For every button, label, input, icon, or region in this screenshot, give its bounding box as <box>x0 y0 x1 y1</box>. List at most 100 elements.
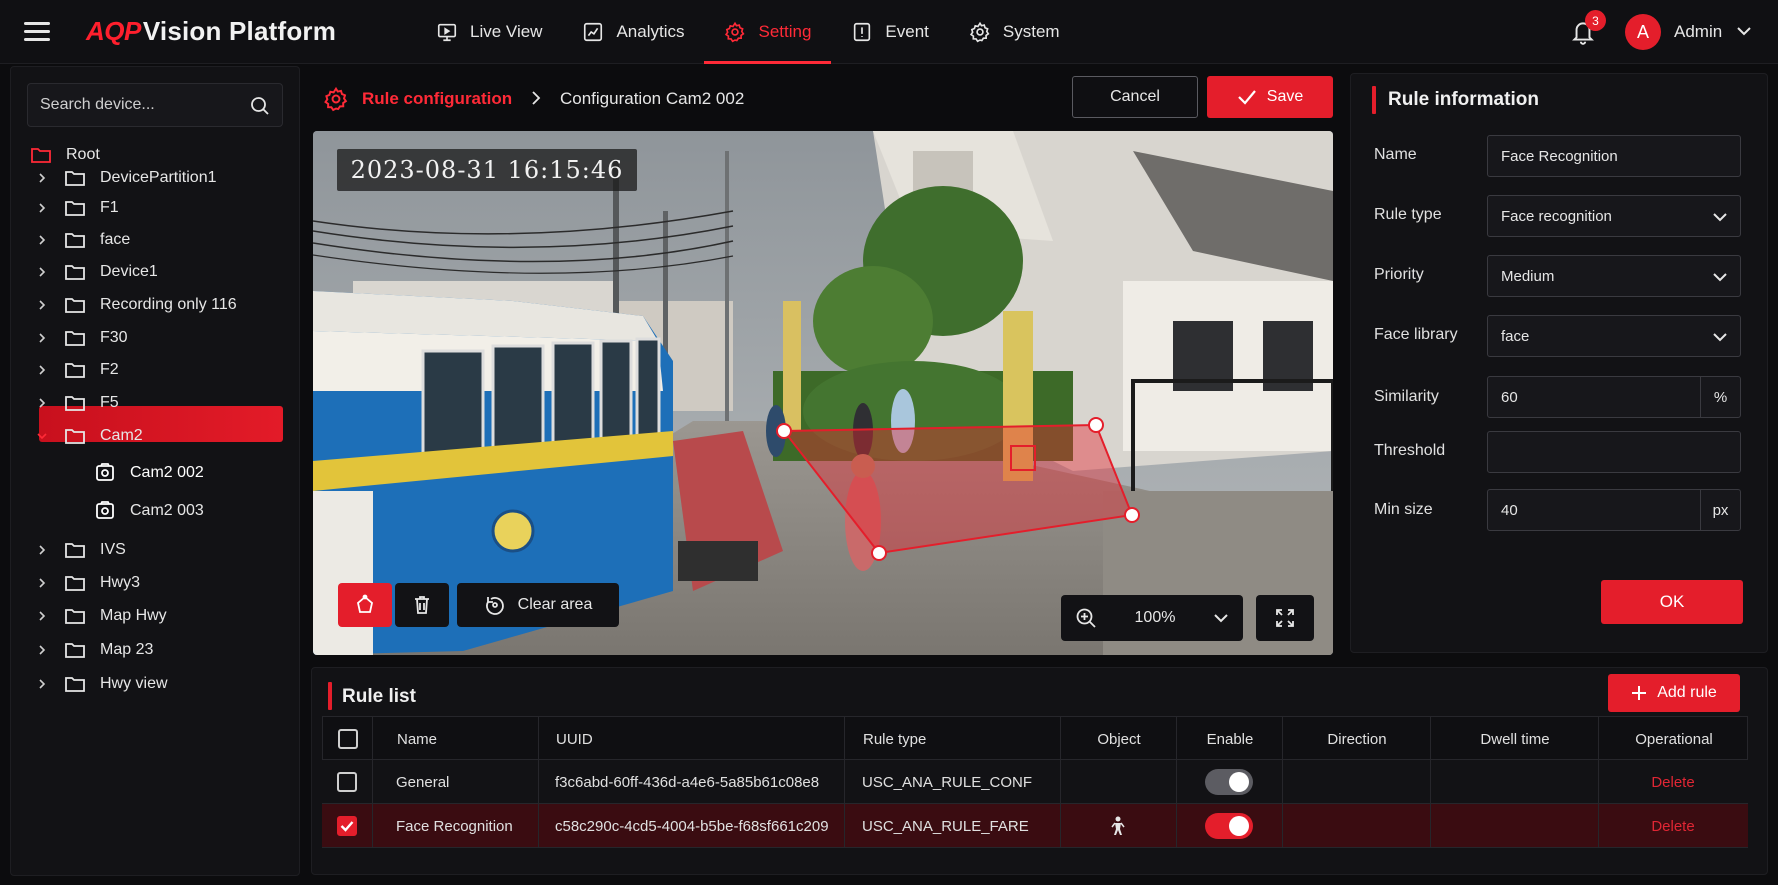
chevron-right-icon[interactable] <box>36 610 48 622</box>
folder-icon <box>65 265 85 280</box>
nav-system[interactable]: System <box>949 0 1080 64</box>
nav-setting[interactable]: Setting <box>704 0 832 64</box>
col-operational: Operational <box>1635 730 1713 748</box>
brand-logo: AQPVision Platform <box>86 16 337 46</box>
row-name: Face Recognition <box>396 817 513 835</box>
tree-item-hwy-view[interactable]: Hwy view <box>36 669 168 699</box>
rule-type-select[interactable]: Face recognition <box>1487 195 1741 237</box>
fullscreen-button[interactable] <box>1256 595 1314 641</box>
breadcrumb-title[interactable]: Rule configuration <box>362 89 512 109</box>
chevron-down-icon[interactable] <box>36 430 48 442</box>
chevron-right-icon[interactable] <box>36 332 48 344</box>
name-field[interactable]: Face Recognition <box>1487 135 1741 177</box>
row-rule-type: USC_ANA_RULE_FARE <box>862 817 1029 835</box>
polygon-draw-icon <box>357 594 373 613</box>
tree-item-map-hwy[interactable]: Map Hwy <box>36 601 167 631</box>
table-row[interactable]: General f3c6abd-60ff-436d-a4e6-5a85b61c0… <box>322 760 1748 804</box>
row-checkbox[interactable] <box>337 772 357 792</box>
tree-item-devicepartition1[interactable]: DevicePartition1 <box>36 163 217 193</box>
ok-button[interactable]: OK <box>1601 580 1743 624</box>
camera-preview[interactable]: 2023-08-31 16:15:46 Clear area 100% <box>313 131 1333 655</box>
trash-icon <box>415 596 429 614</box>
tree-item-f30[interactable]: F30 <box>36 323 128 353</box>
search-icon[interactable] <box>250 96 270 116</box>
priority-select[interactable]: Medium <box>1487 255 1741 297</box>
tree-item-cam2-002[interactable]: Cam2 002 <box>94 458 204 488</box>
tree-item-device1[interactable]: Device1 <box>36 257 158 287</box>
row-checkbox[interactable] <box>337 816 357 836</box>
folder-icon <box>65 429 85 444</box>
chevron-right-icon[interactable] <box>36 364 48 376</box>
section-accent <box>1372 86 1376 114</box>
chevron-right-icon[interactable] <box>36 577 48 589</box>
table-row[interactable]: Face Recognition c58c290c-4cd5-4004-b5be… <box>322 804 1748 848</box>
menu-icon[interactable] <box>24 22 50 42</box>
tree-item-f5[interactable]: F5 <box>36 388 119 418</box>
delete-link[interactable]: Delete <box>1651 818 1694 835</box>
avatar[interactable]: A <box>1625 14 1661 50</box>
col-enable: Enable <box>1206 730 1254 748</box>
min-size-field[interactable]: 40 px <box>1487 489 1741 531</box>
save-button[interactable]: Save <box>1207 76 1333 118</box>
col-dwell-time: Dwell time <box>1480 730 1550 748</box>
chevron-down-icon[interactable] <box>1736 25 1752 37</box>
threshold-label: Threshold <box>1374 442 1446 459</box>
plus-icon <box>1632 686 1647 700</box>
clear-area-button[interactable]: Clear area <box>457 583 619 627</box>
face-library-select[interactable]: face <box>1487 315 1741 357</box>
camera-icon <box>96 501 114 519</box>
folder-icon <box>65 363 85 378</box>
enable-toggle[interactable] <box>1205 813 1253 839</box>
chevron-right-icon[interactable] <box>36 266 48 278</box>
tree-item-hwy3[interactable]: Hwy3 <box>36 568 140 598</box>
row-uuid: f3c6abd-60ff-436d-a4e6-5a85b61c08e8 <box>555 773 820 791</box>
search-input[interactable] <box>40 84 240 126</box>
chevron-right-icon[interactable] <box>36 544 48 556</box>
similarity-label: Similarity <box>1374 388 1439 405</box>
tree-item-ivs[interactable]: IVS <box>36 535 126 565</box>
chevron-right-icon[interactable] <box>36 234 48 246</box>
user-name[interactable]: Admin <box>1674 22 1722 42</box>
nav-event[interactable]: Event <box>831 0 948 64</box>
tree-item-map-23[interactable]: Map 23 <box>36 635 153 665</box>
delete-link[interactable]: Delete <box>1651 774 1694 791</box>
rule-list-title: Rule list <box>342 686 416 707</box>
threshold-field[interactable] <box>1487 431 1741 473</box>
zoom-control[interactable]: 100% <box>1061 595 1243 641</box>
add-rule-button[interactable]: Add rule <box>1608 674 1740 712</box>
chevron-right-icon[interactable] <box>36 172 48 184</box>
gear-icon <box>725 21 745 43</box>
nav-analytics[interactable]: Analytics <box>562 0 704 64</box>
nav-live-view[interactable]: Live View <box>416 0 562 64</box>
folder-icon <box>65 233 85 248</box>
rule-info-title: Rule information <box>1388 89 1539 110</box>
tree-item-cam2-003[interactable]: Cam2 003 <box>94 496 204 526</box>
chevron-right-icon[interactable] <box>36 202 48 214</box>
tree-item-recording-only-116[interactable]: Recording only 116 <box>36 290 237 320</box>
chevron-down-icon <box>1713 213 1727 222</box>
chevron-down-icon[interactable] <box>1213 612 1229 624</box>
select-all-checkbox[interactable] <box>338 729 358 749</box>
col-direction: Direction <box>1327 730 1387 748</box>
tree-item-f2[interactable]: F2 <box>36 355 119 385</box>
folder-icon <box>65 396 85 411</box>
chevron-right-icon[interactable] <box>36 397 48 409</box>
top-bar: AQPVision Platform Live View Analytics S… <box>0 0 1778 64</box>
similarity-field[interactable]: 60 % <box>1487 376 1741 418</box>
chevron-right-icon[interactable] <box>36 644 48 656</box>
tree-item-face[interactable]: face <box>36 225 130 255</box>
delete-area-button[interactable] <box>395 583 449 627</box>
breadcrumb-current: Configuration Cam2 002 <box>560 89 745 108</box>
draw-area-button[interactable] <box>338 583 392 627</box>
chevron-right-icon[interactable] <box>36 299 48 311</box>
person-icon <box>1111 816 1125 835</box>
cancel-button[interactable]: Cancel <box>1072 76 1198 118</box>
col-rule-type: Rule type <box>863 730 927 748</box>
tree-item-f1[interactable]: F1 <box>36 193 119 223</box>
enable-toggle[interactable] <box>1205 769 1253 795</box>
row-rule-type: USC_ANA_RULE_CONF <box>862 773 1033 791</box>
tree-item-cam2[interactable]: Cam2 <box>36 421 143 451</box>
row-uuid: c58c290c-4cd5-4004-b5be-f68sf661c209 <box>555 817 829 835</box>
zoom-in-icon[interactable] <box>1075 607 1097 629</box>
chevron-right-icon[interactable] <box>36 678 48 690</box>
